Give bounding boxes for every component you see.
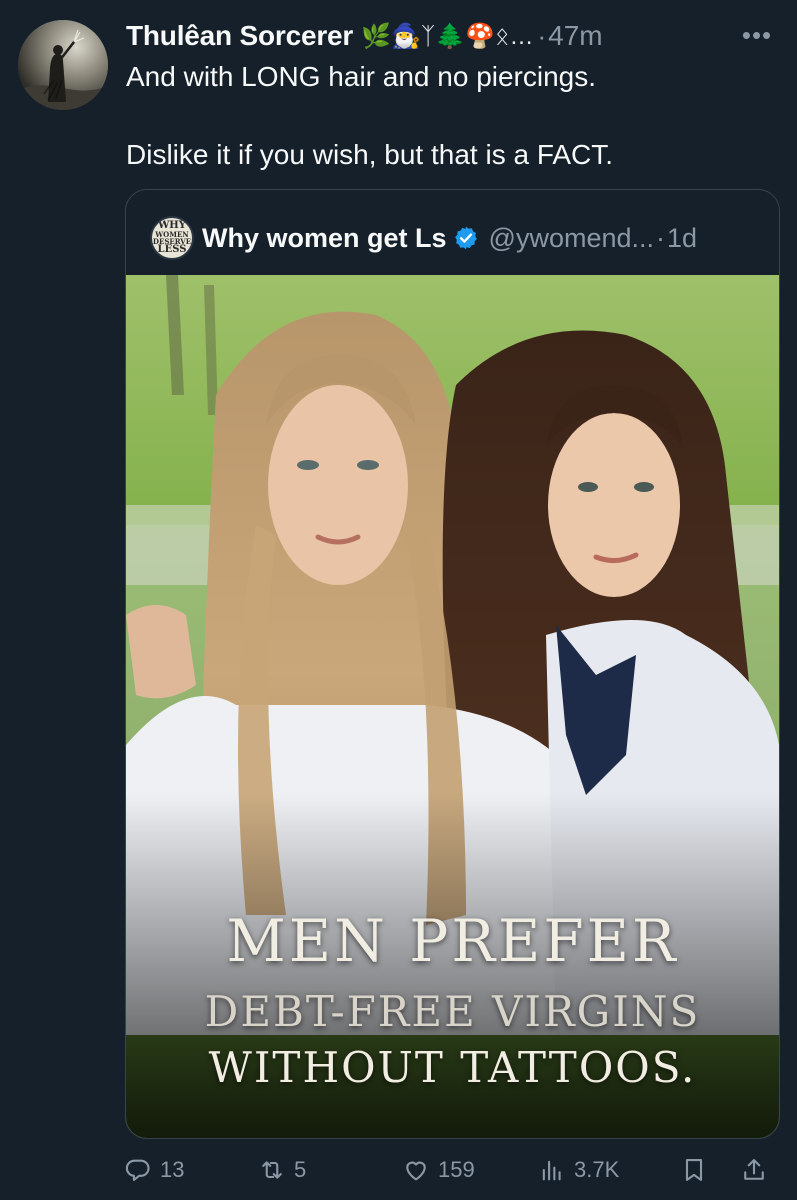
repost-count: 5 [294,1157,307,1182]
reply-icon [125,1159,150,1181]
quoted-author-avatar[interactable]: WHY WOMEN DESERVE LESS [150,216,194,260]
bookmark-icon [685,1159,703,1181]
author-avatar-image [18,20,108,110]
image-caption-line-1: MEN PREFER [226,907,679,975]
quoted-post[interactable]: WHY WOMEN DESERVE LESS Why women get Ls … [125,189,780,1139]
repost-icon [262,1161,282,1179]
views-count: 3.7K [574,1157,620,1182]
quoted-author-handle[interactable]: @ywomend... [489,223,654,254]
post-text-line-2: Dislike it if you wish, but that is a FA… [126,139,614,170]
post: Thulêan Sorcerer 🌿🧙‍♂️ᛉ🌲🍄ᛟ… · 47m ••• An… [0,0,797,1200]
quoted-post-image[interactable]: MEN PREFER DEBT-FREE VIRGINS WITHOUT TAT… [126,275,779,1138]
repost-button[interactable]: 5 [258,1150,306,1190]
post-actions-bar: 13 5 159 3.7K [124,1150,772,1190]
quoted-author-display-name[interactable]: Why women get Ls [202,223,447,254]
share-button[interactable] [740,1150,768,1190]
reply-button[interactable]: 13 [124,1150,184,1190]
share-icon [744,1159,764,1180]
post-body: And with LONG hair and no piercings. Dis… [126,60,766,172]
views-chart-icon [542,1160,561,1181]
quoted-avatar-text-4: LESS [157,244,187,255]
quoted-post-timestamp[interactable]: 1d [667,223,697,254]
like-count: 159 [438,1157,475,1182]
views-button[interactable]: 3.7K [538,1150,619,1190]
time-separator: · [537,20,547,51]
quoted-time-separator: · [656,222,665,253]
like-button[interactable]: 159 [402,1150,475,1190]
more-dots-icon: ••• [741,19,773,50]
post-text-line-1: And with LONG hair and no piercings. [126,61,597,92]
reply-count: 13 [160,1157,185,1182]
more-options-button[interactable]: ••• [739,20,775,50]
quoted-post-header: WHY WOMEN DESERVE LESS Why women get Ls … [150,216,697,260]
author-name-emojis: 🌿🧙‍♂️ᛉ🌲🍄ᛟ… [361,22,534,50]
author-avatar[interactable] [18,20,108,110]
image-caption-line-2: DEBT-FREE VIRGINS [204,987,701,1036]
bookmark-button[interactable] [680,1150,708,1190]
verified-badge-icon [454,226,477,250]
post-header: Thulêan Sorcerer 🌿🧙‍♂️ᛉ🌲🍄ᛟ… · 47m [126,16,603,56]
heart-icon [406,1161,426,1181]
author-display-name[interactable]: Thulêan Sorcerer [126,20,353,52]
image-caption-line-3: WITHOUT TATTOOS. [208,1043,697,1092]
post-timestamp[interactable]: 47m [548,20,602,52]
